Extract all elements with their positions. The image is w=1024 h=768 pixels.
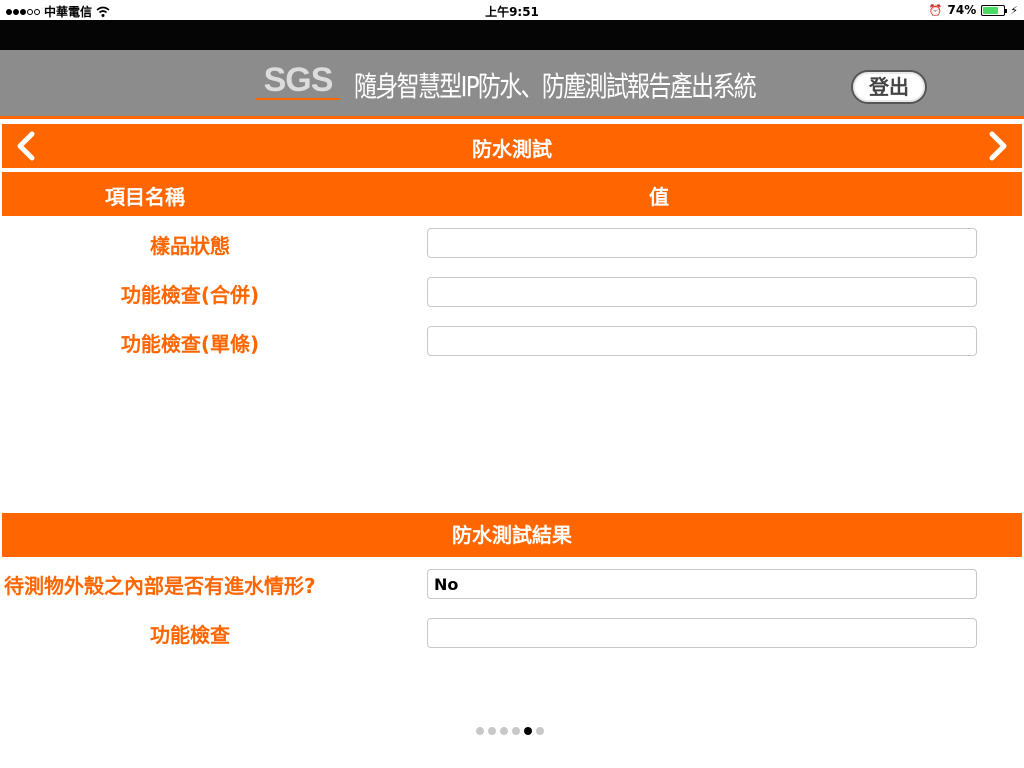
column-header-name: 項目名稱	[105, 185, 185, 209]
status-time: 上午9:51	[485, 5, 539, 19]
header-divider	[0, 116, 1024, 119]
status-right: ⏰ 74% ⚡	[929, 3, 1018, 17]
page-indicator	[476, 727, 544, 735]
page-nav-bar: 防水測試	[2, 124, 1022, 168]
column-header-value: 值	[649, 185, 669, 209]
page-dot[interactable]	[536, 727, 544, 735]
page-title: 防水測試	[472, 137, 552, 161]
logo-text: SGS	[263, 61, 334, 99]
app-title: 隨身智慧型IP防水、防塵測試報告產出系統	[354, 70, 757, 103]
result-section-header: 防水測試結果	[2, 513, 1022, 557]
water-ingress-input[interactable]	[427, 569, 977, 599]
page-dot[interactable]	[488, 727, 496, 735]
function-check-combined-input[interactable]	[427, 277, 977, 307]
battery-percent: 74%	[947, 3, 977, 17]
field-label-function-check: 功能檢查	[150, 623, 230, 647]
battery-icon	[981, 4, 1008, 16]
sample-status-input[interactable]	[427, 228, 977, 258]
charging-icon: ⚡	[1010, 3, 1018, 17]
status-bar: 中華電信 上午9:51 ⏰ 74% ⚡	[0, 0, 1024, 20]
field-label-function-check-combined: 功能檢查(合併)	[120, 283, 260, 307]
top-band	[0, 20, 1024, 50]
alarm-icon: ⏰	[928, 3, 943, 17]
logout-button[interactable]: 登出	[851, 70, 927, 104]
field-label-sample-status: 樣品狀態	[150, 234, 230, 258]
page-dot[interactable]	[476, 727, 484, 735]
chevron-right-icon[interactable]	[982, 130, 1014, 162]
page-dot[interactable]	[524, 727, 532, 735]
function-check-single-input[interactable]	[427, 326, 977, 356]
app-header: SGS 隨身智慧型IP防水、防塵測試報告產出系統 登出	[0, 50, 1024, 117]
table-header: 項目名稱 值	[2, 172, 1022, 216]
field-label-water-ingress: 待測物外殼之內部是否有進水情形?	[4, 574, 316, 598]
sgs-logo: SGS	[256, 62, 340, 100]
function-check-input[interactable]	[427, 618, 977, 648]
page-dot[interactable]	[512, 727, 520, 735]
battery-level-fill	[983, 6, 999, 14]
page-dot[interactable]	[500, 727, 508, 735]
field-label-function-check-single: 功能檢查(單條)	[120, 332, 260, 356]
